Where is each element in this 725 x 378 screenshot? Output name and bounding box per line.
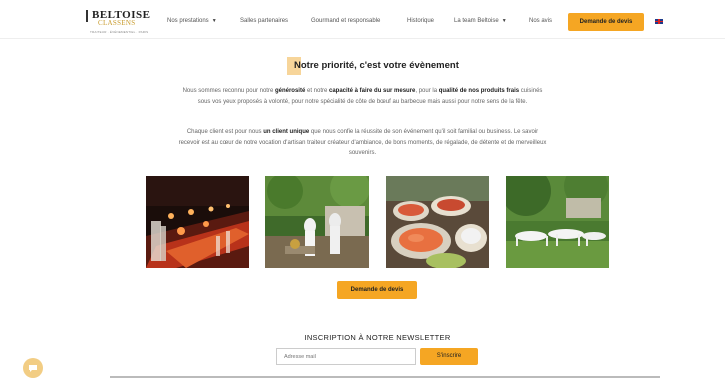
garden-reception-photo [265, 176, 369, 268]
page: BELTOISE CLASSENS TRAITEUR · ÉVÉNEMENTIE… [0, 0, 725, 378]
section-heading: Notre priorité, c'est votre évènement [294, 60, 459, 71]
quote-request-button-header[interactable]: Demande de devis [568, 13, 644, 31]
chat-widget-button[interactable] [23, 358, 43, 378]
newsletter-subscribe-button[interactable]: S'inscrire [420, 348, 478, 365]
nav-label: La team Beltoise [454, 18, 499, 24]
chat-icon [29, 365, 37, 372]
quote-request-button[interactable]: Demande de devis [337, 281, 417, 299]
logo[interactable]: BELTOISE CLASSENS TRAITEUR · ÉVÉNEMENTIE… [86, 9, 150, 35]
newsletter-email-input[interactable] [276, 348, 416, 365]
nav-item-salles[interactable]: Salles partenaires [240, 18, 288, 24]
nav-item-avis[interactable]: Nos avis [529, 18, 552, 24]
outdoor-tables-photo [506, 176, 609, 268]
newsletter-title: INSCRIPTION À NOTRE NEWSLETTER [304, 333, 451, 342]
nav-label: Nos avis [529, 18, 553, 24]
site-header: BELTOISE CLASSENS TRAITEUR · ÉVÉNEMENTIE… [0, 0, 725, 39]
buffet-food-photo [386, 176, 489, 268]
intro-paragraph: Nous sommes reconnu pour notre générosit… [182, 88, 543, 105]
nav-item-historique[interactable]: Historique [407, 18, 434, 24]
nav-item-gourmand[interactable]: Gourmand et responsable [311, 18, 380, 24]
candlelit-banquet-photo [146, 176, 249, 268]
nav-label: Nos prestations [167, 18, 209, 24]
nav-label: Historique [407, 18, 435, 24]
uk-flag-icon[interactable] [655, 19, 663, 24]
logo-sub-text: CLASSENS [98, 19, 136, 27]
nav-item-team[interactable]: La team Beltoise ▼ [454, 18, 507, 24]
logo-tagline: TRAITEUR · ÉVÉNEMENTIEL · PARIS [90, 30, 149, 34]
chevron-down-icon: ▼ [211, 18, 217, 24]
nav-label: Salles partenaires [240, 18, 289, 24]
chevron-down-icon: ▼ [501, 18, 507, 24]
nav-label: Gourmand et responsable [311, 18, 381, 24]
client-paragraph: Chaque client est pour nous un client un… [178, 129, 547, 156]
nav-item-prestations[interactable]: Nos prestations ▼ [167, 18, 217, 24]
